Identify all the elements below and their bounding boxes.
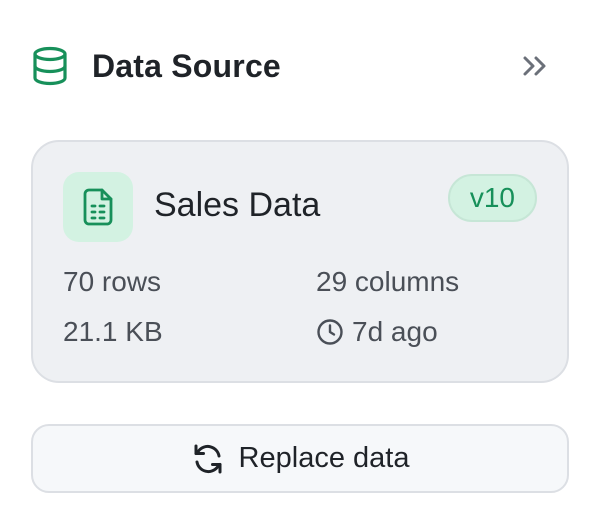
- last-updated-text: 7d ago: [352, 316, 438, 347]
- chevrons-right-icon: [521, 54, 549, 78]
- version-badge: v10: [447, 174, 537, 222]
- replace-data-button[interactable]: Replace data: [31, 424, 569, 493]
- dataset-name: Sales Data: [154, 186, 321, 224]
- panel-title: Data Source: [92, 47, 281, 84]
- data-source-panel: Data Source Sales Data v10 70 rows 29 co…: [0, 0, 606, 515]
- row-count: 70 rows: [63, 266, 162, 297]
- spreadsheet-file-icon: [83, 188, 113, 226]
- replace-data-label: Replace data: [238, 442, 410, 474]
- last-updated: 7d ago: [316, 316, 438, 348]
- clock-icon: [316, 318, 344, 346]
- dataset-card[interactable]: Sales Data v10 70 rows 29 columns 21.1 K…: [31, 140, 569, 383]
- column-count: 29 columns: [316, 266, 460, 297]
- refresh-icon: [191, 442, 225, 476]
- database-icon: [30, 46, 70, 86]
- file-icon-container: [63, 172, 133, 242]
- panel-header: Data Source: [30, 38, 560, 94]
- collapse-panel-button[interactable]: [518, 50, 552, 82]
- file-size: 21.1 KB: [63, 316, 163, 347]
